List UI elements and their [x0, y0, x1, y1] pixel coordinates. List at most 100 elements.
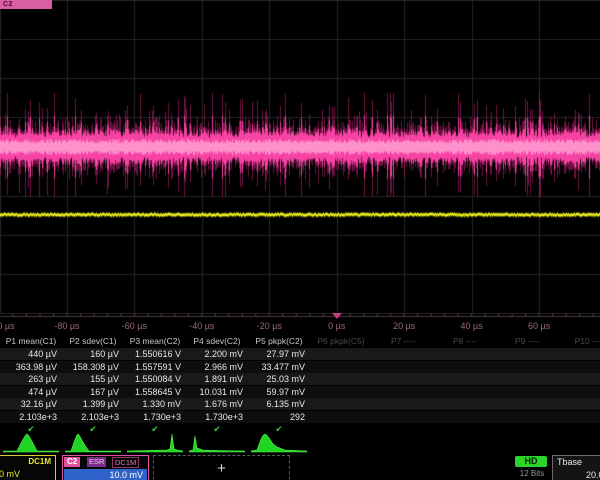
measure-cell: [558, 411, 600, 423]
measure-header-1[interactable]: P1 mean(C1): [0, 335, 62, 347]
measure-cell: 1.730e+3: [124, 411, 186, 423]
measure-row: 474 µV167 µV1.558645 V10.031 mV59.97 mV: [0, 386, 600, 398]
hd-mode-badge: HD: [515, 456, 547, 467]
measure-cell: [372, 386, 434, 398]
measure-cell: 2.103e+3: [62, 411, 124, 423]
measure-row: 263 µV155 µV1.550084 V1.891 mV25.03 mV: [0, 373, 600, 385]
measure-cell: [310, 398, 372, 410]
measure-cell: 1.558645 V: [124, 386, 186, 398]
histicon-row: [0, 432, 600, 454]
measure-cell: [496, 373, 558, 385]
measure-cell: 1.891 mV: [186, 373, 248, 385]
measure-row: 2.103e+32.103e+31.730e+31.730e+3292: [0, 411, 600, 423]
measure-cell: [496, 411, 558, 423]
bottom-toolbar: DC1M 0 mV C2 ESR DC1M 10.0 mV + HD 12 Bi…: [0, 454, 600, 480]
measure-row: 440 µV160 µV1.550616 V2.200 mV27.97 mV: [0, 348, 600, 360]
measure-cell: 2.966 mV: [186, 361, 248, 373]
measurement-histicon-p3[interactable]: [127, 432, 183, 453]
c2-scale-value: 10.0 mV: [64, 469, 147, 480]
measure-cell: 1.550616 V: [124, 348, 186, 360]
measure-cell: 440 µV: [0, 348, 62, 360]
measure-cell: 1.730e+3: [186, 411, 248, 423]
measure-header-2[interactable]: P2 sdev(C1): [62, 335, 124, 347]
time-axis-label: 20 µs: [393, 321, 415, 331]
measure-row: 363.98 µV158.308 µV1.557591 V2.966 mV33.…: [0, 361, 600, 373]
measure-header-7[interactable]: P7 ----: [372, 335, 434, 347]
measure-cell: [496, 386, 558, 398]
measure-header-5[interactable]: P5 pkpk(C2): [248, 335, 310, 347]
measure-cell: [558, 386, 600, 398]
measure-cell: [310, 411, 372, 423]
measure-cell: [372, 398, 434, 410]
measure-cell: 1.676 mV: [186, 398, 248, 410]
measure-cell: 27.97 mV: [248, 348, 310, 360]
measurement-histicon-p2[interactable]: [65, 432, 121, 453]
time-axis-label: -60 µs: [122, 321, 147, 331]
timebase-descriptor[interactable]: Tbase 20.0: [552, 455, 600, 480]
measurement-histicon-p5[interactable]: [251, 432, 307, 453]
c2-channel-tag: C2: [64, 457, 80, 467]
measurement-histicon-p1[interactable]: [3, 432, 59, 453]
tbase-value: 20.0: [586, 470, 600, 480]
plus-icon: +: [217, 460, 226, 477]
time-axis-label: 60 µs: [528, 321, 550, 331]
measure-header-8[interactable]: P8 ----: [434, 335, 496, 347]
measure-cell: 2.200 mV: [186, 348, 248, 360]
measure-cell: [558, 361, 600, 373]
measure-cell: [496, 398, 558, 410]
c2-coupling-label: DC1M: [112, 457, 139, 468]
measure-cell: [310, 386, 372, 398]
measure-header-9[interactable]: P9 ----: [496, 335, 558, 347]
measure-cell: [558, 373, 600, 385]
measure-cell: 25.03 mV: [248, 373, 310, 385]
waveform-display[interactable]: [0, 0, 600, 318]
measure-cell: [434, 386, 496, 398]
measure-cell: [434, 398, 496, 410]
tbase-label: Tbase: [557, 457, 582, 467]
measure-cell: [558, 398, 600, 410]
measure-cell: [310, 373, 372, 385]
time-axis-label: 0 µs: [328, 321, 345, 331]
measure-cell: [310, 361, 372, 373]
measure-cell: [372, 373, 434, 385]
measure-cell: 474 µV: [0, 386, 62, 398]
measurement-histicon-p4[interactable]: [189, 432, 245, 453]
measure-cell: 160 µV: [62, 348, 124, 360]
channel-descriptor-c2[interactable]: C2 ESR DC1M 10.0 mV: [62, 455, 149, 480]
measure-header-4[interactable]: P4 sdev(C2): [186, 335, 248, 347]
measure-cell: 2.103e+3: [0, 411, 62, 423]
measure-cell: [372, 411, 434, 423]
measure-row: 32.16 µV1.399 µV1.330 mV1.676 mV6.135 mV: [0, 398, 600, 410]
time-axis: -100 µs-80 µs-60 µs-40 µs-20 µs0 µs20 µs…: [0, 318, 600, 334]
time-axis-label: 40 µs: [461, 321, 483, 331]
measure-cell: [496, 348, 558, 360]
measure-cell: 292: [248, 411, 310, 423]
oscilloscope-screen: C2 -100 µs-80 µs-60 µs-40 µs-20 µs0 µs20…: [0, 0, 600, 480]
measure-cell: [496, 361, 558, 373]
hd-bits-label: 12 Bits: [515, 469, 549, 478]
measure-table: P1 mean(C1)P2 sdev(C1)P3 mean(C2)P4 sdev…: [0, 335, 600, 432]
measure-cell: 1.557591 V: [124, 361, 186, 373]
measure-header-10[interactable]: P10 ----: [558, 335, 600, 347]
c1-coupling-label: DC1M: [28, 457, 51, 466]
measure-header-3[interactable]: P3 mean(C2): [124, 335, 186, 347]
measure-cell: 363.98 µV: [0, 361, 62, 373]
measure-cell: 158.308 µV: [62, 361, 124, 373]
measure-cell: 155 µV: [62, 373, 124, 385]
channel-descriptor-c1[interactable]: DC1M 0 mV: [0, 455, 56, 480]
c2-probe-badge: ESR: [87, 457, 106, 467]
add-trace-button[interactable]: +: [153, 455, 290, 480]
measure-cell: 6.135 mV: [248, 398, 310, 410]
measure-cell: 1.550084 V: [124, 373, 186, 385]
measure-cell: 59.97 mV: [248, 386, 310, 398]
measure-cell: [434, 411, 496, 423]
time-axis-label: -40 µs: [189, 321, 214, 331]
measure-cell: 263 µV: [0, 373, 62, 385]
measure-header-6[interactable]: P6 pkpk(C5): [310, 335, 372, 347]
c1-scale-value: 0 mV: [0, 469, 20, 479]
measure-cell: [434, 373, 496, 385]
trace-label-c2: C2: [0, 0, 52, 9]
measure-cell: [372, 361, 434, 373]
measure-cell: [372, 348, 434, 360]
measure-cell: 1.330 mV: [124, 398, 186, 410]
